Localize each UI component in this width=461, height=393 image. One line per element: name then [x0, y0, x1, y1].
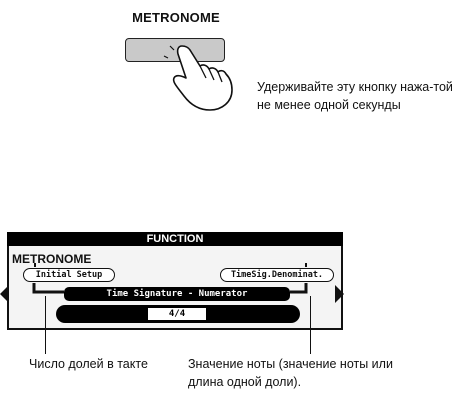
caption-beats-per-measure: Число долей в такте — [29, 357, 148, 371]
triangle-right-icon — [335, 285, 344, 303]
parameter-name-bar: Time Signature - Numerator — [64, 287, 290, 301]
callout-line-note — [310, 296, 311, 354]
connector-lines — [32, 283, 308, 294]
caption-note-value: Значение ноты (значение ноты или длина о… — [188, 357, 393, 389]
value-display: 4/4 — [148, 308, 206, 320]
triangle-left-icon — [0, 285, 9, 303]
callout-line-beats — [45, 296, 46, 354]
